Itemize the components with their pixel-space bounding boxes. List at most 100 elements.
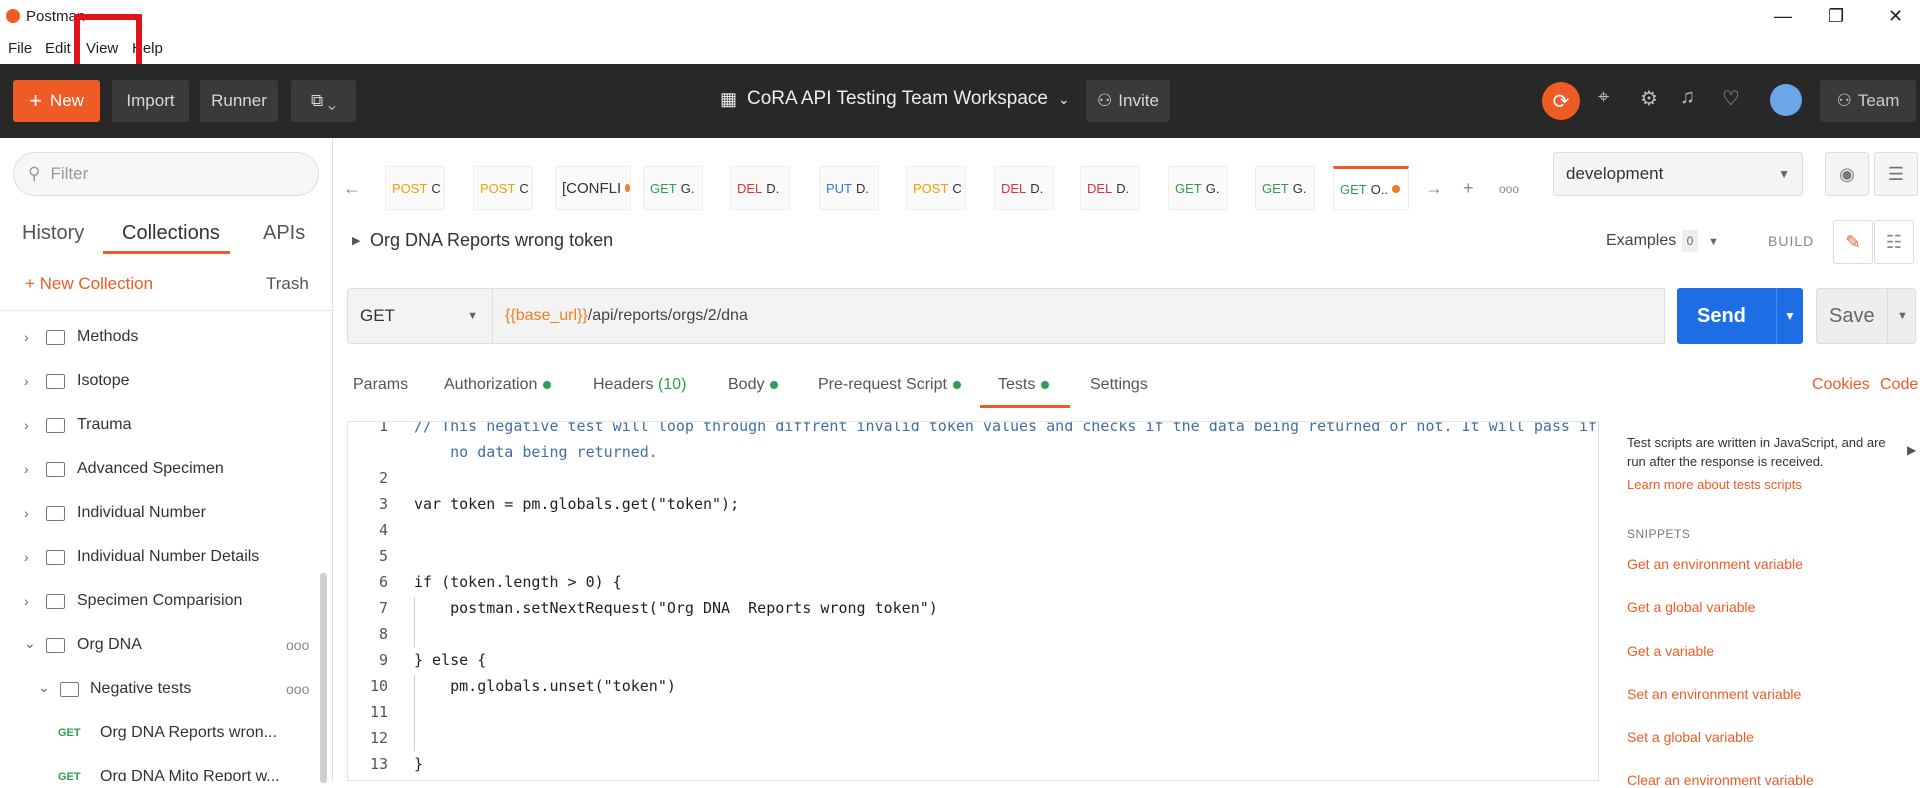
satellite-icon[interactable]: ⌖ bbox=[1598, 86, 1609, 109]
heart-icon[interactable]: ♡ bbox=[1722, 86, 1740, 111]
tab-apis[interactable]: APIs bbox=[263, 222, 305, 245]
comments-icon[interactable]: ☷ bbox=[1874, 220, 1914, 264]
minimize-icon[interactable]: — bbox=[1774, 6, 1792, 27]
new-window-icon: ⧉ ⌄ bbox=[311, 91, 336, 110]
tests-editor[interactable]: 1 // This negative test will loop throug… bbox=[347, 421, 1599, 781]
request-tab[interactable]: GET G. bbox=[1255, 166, 1315, 210]
tab-prerequest[interactable]: Pre-request Script bbox=[818, 376, 961, 394]
save-dropdown-icon[interactable]: ▼ bbox=[1887, 289, 1917, 343]
caret-down-icon: ▼ bbox=[1778, 167, 1790, 181]
more-options-icon[interactable]: ooo bbox=[286, 681, 309, 697]
collection-item[interactable]: ⌄ Org DNA ooo bbox=[0, 634, 320, 658]
request-tab[interactable]: DEL D. bbox=[1080, 166, 1140, 210]
snippet-link[interactable]: Get an environment variable bbox=[1627, 556, 1803, 572]
save-button[interactable]: Save ▼ bbox=[1816, 288, 1916, 344]
request-tab[interactable]: POST C bbox=[906, 166, 966, 210]
url-input[interactable]: {{base_url}}/api/reports/orgs/2/dna bbox=[492, 288, 1665, 344]
examples-count: 0 bbox=[1682, 230, 1698, 252]
restore-icon[interactable]: ❐ bbox=[1828, 6, 1844, 27]
snippet-link[interactable]: Clear an environment variable bbox=[1627, 772, 1814, 788]
bell-icon[interactable]: ♫ bbox=[1680, 86, 1695, 109]
trash-link[interactable]: Trash bbox=[266, 274, 309, 294]
sync-icon[interactable]: ⟳ bbox=[1542, 82, 1580, 120]
line-number: 1 bbox=[378, 421, 388, 435]
request-tab[interactable]: POST C bbox=[473, 166, 533, 210]
tab-collections[interactable]: Collections bbox=[122, 222, 220, 245]
request-tab[interactable]: PUT D. bbox=[819, 166, 879, 210]
import-button[interactable]: Import bbox=[112, 80, 189, 122]
more-tabs-icon[interactable]: ooo bbox=[1499, 182, 1519, 196]
collection-item[interactable]: › Methods bbox=[0, 326, 320, 350]
request-item[interactable]: GET Org DNA Mito Report w... bbox=[0, 766, 320, 781]
invite-button[interactable]: ⚇ Invite bbox=[1086, 80, 1170, 122]
request-tab[interactable]: GET G. bbox=[643, 166, 703, 210]
collection-item[interactable]: › Individual Number Details bbox=[0, 546, 320, 570]
code-text: } bbox=[414, 755, 424, 773]
send-button[interactable]: Send ▼ bbox=[1677, 288, 1803, 344]
learn-more-link[interactable]: Learn more about tests scripts bbox=[1627, 477, 1802, 492]
add-tab-icon[interactable]: + bbox=[1463, 178, 1474, 199]
snippet-link[interactable]: Get a variable bbox=[1627, 643, 1714, 659]
folder-item[interactable]: ⌄ Negative tests ooo bbox=[0, 678, 320, 702]
request-tab[interactable]: GET G. bbox=[1168, 166, 1228, 210]
request-label: Org DNA Mito Report w... bbox=[100, 768, 280, 781]
new-button[interactable]: + New bbox=[13, 80, 100, 122]
cookies-link[interactable]: Cookies bbox=[1812, 376, 1870, 394]
sidebar-scrollbar[interactable] bbox=[320, 573, 327, 783]
more-options-icon[interactable]: ooo bbox=[286, 637, 309, 653]
collection-item[interactable]: › Advanced Specimen bbox=[0, 458, 320, 482]
environment-select[interactable]: development ▼ bbox=[1553, 152, 1803, 196]
request-item[interactable]: GET Org DNA Reports wron... bbox=[0, 722, 320, 746]
request-tab[interactable]: DEL D. bbox=[994, 166, 1054, 210]
request-tab-active[interactable]: GET O.. bbox=[1333, 166, 1409, 210]
gear-icon[interactable]: ⚙ bbox=[1640, 86, 1658, 111]
request-tab[interactable]: [CONFLI bbox=[555, 166, 631, 210]
collection-item[interactable]: › Trauma bbox=[0, 414, 320, 438]
examples-link[interactable]: Examples bbox=[1606, 232, 1676, 250]
menu-file[interactable]: File bbox=[8, 40, 32, 57]
chevron-right-icon: › bbox=[24, 329, 29, 345]
tab-authorization[interactable]: Authorization bbox=[444, 376, 552, 394]
snippet-link[interactable]: Set an environment variable bbox=[1627, 686, 1801, 702]
chevron-right-icon: › bbox=[24, 593, 29, 609]
new-window-button[interactable]: ⧉ ⌄ bbox=[291, 80, 356, 122]
code-link[interactable]: Code bbox=[1880, 376, 1918, 394]
sliders-icon[interactable]: ☰ bbox=[1874, 152, 1918, 196]
snippet-link[interactable]: Get a global variable bbox=[1627, 599, 1755, 615]
request-tab[interactable]: POST C bbox=[385, 166, 445, 210]
collection-item[interactable]: › Specimen Comparision bbox=[0, 590, 320, 614]
method-select[interactable]: GET ▼ bbox=[347, 288, 492, 344]
pencil-icon[interactable]: ✎ bbox=[1833, 220, 1873, 264]
arrow-right-icon[interactable]: → bbox=[1425, 178, 1443, 199]
filter-input[interactable]: ⚲ Filter bbox=[13, 152, 319, 196]
code-line: 3 var token = pm.globals.get("token"); bbox=[348, 495, 1598, 515]
caret-right-icon[interactable]: ▶ bbox=[352, 234, 360, 247]
avatar[interactable] bbox=[1770, 84, 1802, 116]
line-number: 2 bbox=[378, 469, 388, 487]
tab-tests[interactable]: Tests bbox=[998, 376, 1050, 394]
team-button[interactable]: ⚇ Team bbox=[1820, 80, 1916, 122]
snippet-link[interactable]: Set a global variable bbox=[1627, 729, 1754, 745]
tab-settings[interactable]: Settings bbox=[1090, 376, 1148, 394]
collection-item[interactable]: › Isotope bbox=[0, 370, 320, 394]
caret-down-icon[interactable]: ▼ bbox=[1708, 236, 1719, 248]
collection-item[interactable]: › Individual Number bbox=[0, 502, 320, 526]
workspace-switcher[interactable]: ▦ CoRA API Testing Team Workspace ⌄ bbox=[720, 88, 1070, 110]
request-tab[interactable]: DEL D. bbox=[730, 166, 790, 210]
add-user-icon: ⚇ bbox=[1097, 91, 1113, 110]
tab-history[interactable]: History bbox=[22, 222, 84, 245]
menu-edit[interactable]: Edit bbox=[45, 40, 71, 57]
line-number: 12 bbox=[369, 729, 388, 747]
arrow-left-icon[interactable]: ← bbox=[343, 178, 361, 199]
runner-button[interactable]: Runner bbox=[200, 80, 278, 122]
expand-panel-icon[interactable]: ▶ bbox=[1907, 443, 1916, 457]
tab-headers[interactable]: Headers (10) bbox=[593, 376, 686, 394]
method-badge: GET bbox=[58, 727, 81, 739]
send-dropdown-icon[interactable]: ▼ bbox=[1776, 288, 1803, 344]
tab-params[interactable]: Params bbox=[353, 376, 408, 394]
eye-icon[interactable]: ◉ bbox=[1825, 152, 1869, 196]
tab-body[interactable]: Body bbox=[728, 376, 779, 394]
close-icon[interactable]: ✕ bbox=[1888, 6, 1903, 27]
new-collection-button[interactable]: + New Collection bbox=[25, 274, 153, 294]
build-label: BUILD bbox=[1768, 233, 1815, 249]
